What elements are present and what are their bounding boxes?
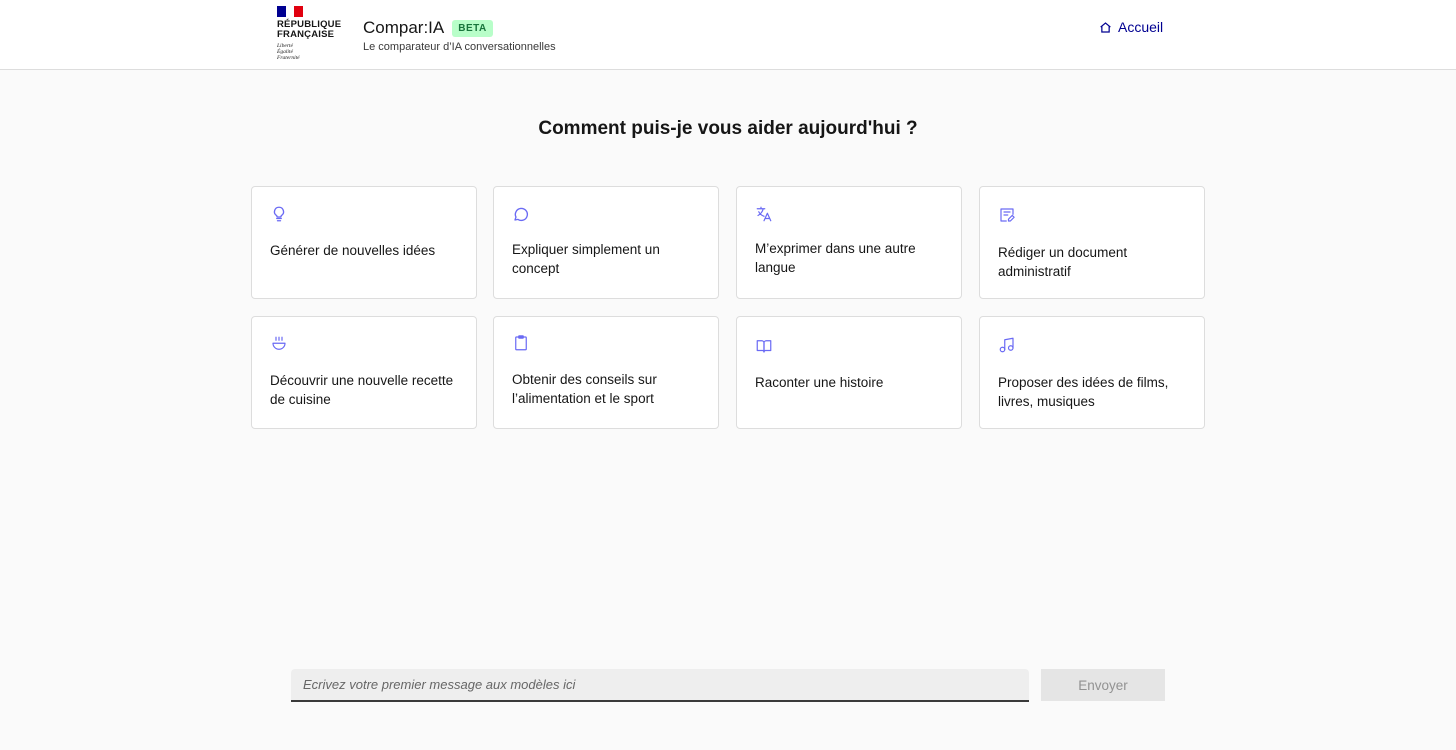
send-button[interactable]: Envoyer (1041, 669, 1165, 701)
chat-bubble-icon (512, 205, 530, 223)
book-icon (755, 337, 773, 355)
brand[interactable]: Compar:IA BETA Le comparateur d’IA conve… (363, 17, 556, 53)
prompt-card-label: Obtenir des conseils sur l’alimentation … (512, 372, 657, 406)
gov-name-line: FRANÇAISE (277, 29, 335, 40)
home-icon (1100, 21, 1111, 33)
translate-icon (755, 205, 773, 223)
prompt-card-label: M’exprimer dans une autre langue (755, 241, 916, 275)
prompt-card-label: Découvrir une nouvelle recette de cuisin… (270, 373, 454, 407)
gov-motto-line: Fraternité (277, 55, 300, 61)
prompt-card-concept[interactable]: Expliquer simplement un concept (493, 186, 719, 299)
prompt-card-story[interactable]: Raconter une histoire (736, 316, 962, 429)
home-link-label: Accueil (1118, 19, 1164, 35)
clipboard-icon (512, 334, 530, 352)
page-title: Comment puis-je vous aider aujourd'hui ? (538, 118, 918, 139)
prompt-card-label: Rédiger un document administratif (998, 245, 1128, 279)
site-header: RÉPUBLIQUE FRANÇAISE Liberté Égalité Fra… (0, 0, 1456, 70)
french-flag-icon (277, 6, 304, 17)
home-link[interactable]: Accueil (1099, 19, 1163, 35)
lightbulb-icon (270, 205, 288, 223)
prompt-card-label: Générer de nouvelles idées (270, 243, 436, 258)
prompt-card-document[interactable]: Rédiger un document administratif (979, 186, 1205, 299)
message-input[interactable] (291, 669, 1029, 702)
bowl-icon (270, 335, 288, 353)
prompt-card-language[interactable]: M’exprimer dans une autre langue (736, 186, 962, 299)
prompt-card-nutrition[interactable]: Obtenir des conseils sur l’alimentation … (493, 316, 719, 429)
prompt-card-ideas[interactable]: Générer de nouvelles idées (251, 186, 477, 299)
beta-badge: BETA (452, 19, 493, 37)
music-note-icon (998, 336, 1016, 354)
brand-title: Compar:IA (363, 18, 445, 37)
edit-document-icon (998, 206, 1016, 224)
gov-name: RÉPUBLIQUE FRANÇAISE (277, 20, 343, 40)
prompt-card-recipe[interactable]: Découvrir une nouvelle recette de cuisin… (251, 316, 477, 429)
prompt-card-label: Raconter une histoire (755, 375, 884, 390)
gov-logo[interactable]: RÉPUBLIQUE FRANÇAISE Liberté Égalité Fra… (277, 6, 343, 62)
prompt-card-media[interactable]: Proposer des idées de films, livres, mus… (979, 316, 1205, 429)
prompt-card-label: Expliquer simplement un concept (512, 242, 660, 276)
brand-subtitle: Le comparateur d’IA conversationnelles (363, 41, 556, 53)
prompt-card-label: Proposer des idées de films, livres, mus… (998, 375, 1169, 409)
gov-motto: Liberté Égalité Fraternité (277, 43, 343, 61)
